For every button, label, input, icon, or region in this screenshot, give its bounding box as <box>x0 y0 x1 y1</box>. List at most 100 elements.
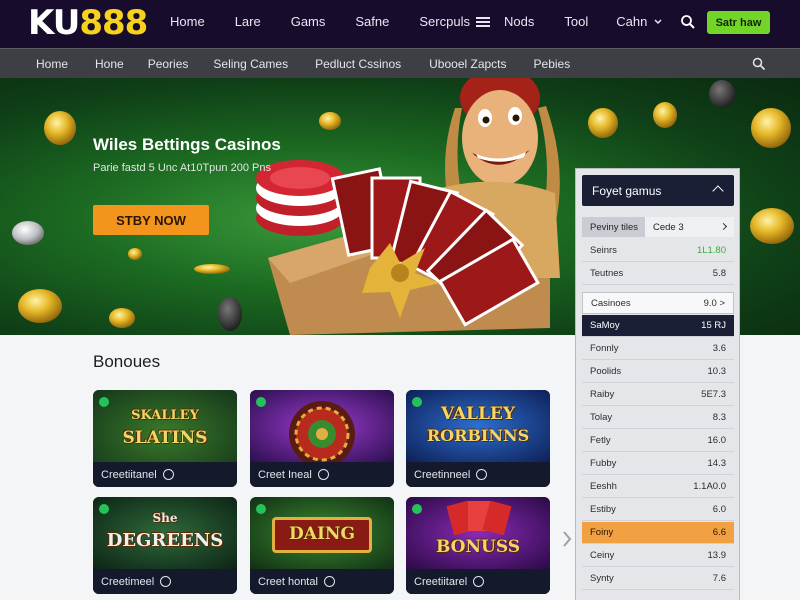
game-art-line2: DAING <box>289 524 355 544</box>
card-caption: Creet hontal <box>250 569 394 594</box>
game-art-line1: VALLEY <box>440 404 516 424</box>
card-caption: Creetimeel <box>93 569 237 594</box>
game-artwork: SKALLEY SLATINS <box>93 390 237 462</box>
row-label: Tolay <box>590 412 613 423</box>
bonus-card[interactable]: She DEGREENS Creetimeel <box>93 497 237 594</box>
list-icon[interactable] <box>476 15 490 29</box>
row-value: 9.0 > <box>703 297 725 309</box>
game-art-line1: She <box>152 511 178 525</box>
card-caption: Creetinneel <box>406 462 550 487</box>
bonus-card[interactable]: SKALLEY SLATINS Creetiitanel <box>93 390 237 487</box>
brand-logo[interactable]: KU888 <box>28 3 148 43</box>
row-label: Synty <box>590 573 614 584</box>
status-dot <box>412 397 422 407</box>
category-item-ubooel-zapcts[interactable]: Ubooel Zapcts <box>429 57 506 71</box>
cards-icon <box>446 500 512 536</box>
row-label: Foiny <box>590 527 614 538</box>
bonuses-heading: Bonoues <box>93 352 161 371</box>
nav-item-sercpuls[interactable]: Sercpuls <box>419 14 470 29</box>
list-item[interactable]: Teutnes 5.8 <box>582 263 734 285</box>
chevron-up-icon[interactable] <box>712 185 724 197</box>
list-item[interactable]: Fonnly 3.6 <box>582 338 734 360</box>
logo-prefix: KU <box>28 3 80 43</box>
panel-header[interactable]: Foyet gamus <box>582 175 734 206</box>
tab-cede-3[interactable]: Cede 3 <box>645 217 734 237</box>
logo-number: 888 <box>79 3 148 43</box>
list-item[interactable]: Synty 7.6 <box>582 568 734 590</box>
chevron-down-icon[interactable] <box>653 17 663 27</box>
list-item[interactable]: Tolay 8.3 <box>582 407 734 429</box>
row-value: 5E7.3 <box>701 389 726 400</box>
game-art-line2: BONUSS <box>435 537 521 557</box>
list-item[interactable]: Casinoes 9.0 > <box>582 292 734 314</box>
list-item[interactable]: Fetly 16.0 <box>582 430 734 452</box>
list-item[interactable]: Eeshh 1.1A0.0 <box>582 476 734 498</box>
status-dot <box>256 397 266 407</box>
category-item-pebies[interactable]: Pebies <box>534 57 571 71</box>
card-caption: Creetiitarel <box>406 569 550 594</box>
card-caption-text: Creetinneel <box>414 468 471 481</box>
nav-item-gams[interactable]: Gams <box>291 14 326 29</box>
start-now-button[interactable]: Satr haw <box>707 11 770 34</box>
chevron-right-icon <box>719 222 728 231</box>
nav-item-nods[interactable]: Nods <box>504 14 534 29</box>
list-item[interactable]: Foiny 6.6 <box>582 522 734 544</box>
game-artwork: VALLEY RORBINNS <box>406 390 550 462</box>
chevron-right-icon[interactable] <box>562 530 572 548</box>
search-icon[interactable] <box>752 57 766 71</box>
list-item[interactable]: Poolids 10.3 <box>582 361 734 383</box>
category-item-peories[interactable]: Peories <box>148 57 189 71</box>
tab-peviny-tiles[interactable]: Peviny tiles <box>582 217 645 237</box>
row-value: 14.3 <box>707 458 727 469</box>
category-item-seling-cames[interactable]: Seling Cames <box>213 57 288 71</box>
list-item[interactable]: Fubby 14.3 <box>582 453 734 475</box>
bonus-card[interactable]: BONUSS Creetiitarel <box>406 497 550 594</box>
info-icon[interactable] <box>160 576 172 587</box>
nav-item-safne[interactable]: Safne <box>355 14 389 29</box>
game-art-line2: RORBINNS <box>426 426 530 445</box>
stay-now-button[interactable]: STBY NOW <box>93 205 209 235</box>
main-menu: Home Lare Gams Safne Sercpuls <box>170 14 500 29</box>
info-icon[interactable] <box>317 469 329 480</box>
row-label: Estiby <box>590 504 616 515</box>
info-icon[interactable] <box>473 576 485 587</box>
panel-title: Foyet gamus <box>592 183 662 198</box>
nav-item-lare[interactable]: Lare <box>235 14 261 29</box>
status-dot <box>99 504 109 514</box>
row-value: 1L1.80 <box>696 245 726 256</box>
list-item[interactable]: SaMoy 15 RJ <box>582 315 734 337</box>
nav-item-cahn[interactable]: Cahn <box>616 14 647 29</box>
info-icon[interactable] <box>323 576 335 587</box>
status-dot <box>412 504 422 514</box>
list-item[interactable]: Estiby 6.0 <box>582 499 734 521</box>
list-item[interactable]: Seinrs 1L1.80 <box>582 240 734 262</box>
info-icon[interactable] <box>476 469 488 480</box>
row-label: Teutnes <box>590 268 624 279</box>
search-icon[interactable] <box>680 14 696 30</box>
list-item[interactable]: Raiby 5E7.3 <box>582 384 734 406</box>
status-dot <box>99 397 109 407</box>
card-caption: Creetiitanel <box>93 462 237 487</box>
row-label: Eeshh <box>590 481 617 492</box>
category-item-pedluct-cssinos[interactable]: Pedluct Cssinos <box>315 57 401 71</box>
row-label: Fubby <box>590 458 617 469</box>
category-item-hone[interactable]: Hone <box>95 57 124 71</box>
bonus-card[interactable]: Creet Ineal <box>250 390 394 487</box>
row-value: 8.3 <box>712 412 726 423</box>
row-label: SaMoy <box>590 320 620 331</box>
hero-title: Wiles Bettings Casinos <box>93 135 281 154</box>
category-bar: Home Hone Peories Seling Cames Pedluct C… <box>0 48 800 78</box>
nav-item-tool[interactable]: Tool <box>564 14 588 29</box>
nav-item-home[interactable]: Home <box>170 14 205 29</box>
info-icon[interactable] <box>162 469 174 480</box>
game-art-line1: SKALLEY <box>131 408 199 423</box>
bonus-card[interactable]: DAING Creet hontal <box>250 497 394 594</box>
game-artwork: BONUSS <box>406 497 550 569</box>
bonus-card[interactable]: VALLEY RORBINNS Creetinneel <box>406 390 550 487</box>
game-art-line2: SLATINS <box>122 428 208 448</box>
list-item[interactable]: Ceiny 13.9 <box>582 545 734 567</box>
row-value: 16.0 <box>707 435 727 446</box>
category-item-home[interactable]: Home <box>36 57 68 71</box>
top-navigation-bar: KU888 Home Lare Gams Safne Sercpuls Nods… <box>0 0 800 48</box>
status-dot <box>256 504 266 514</box>
